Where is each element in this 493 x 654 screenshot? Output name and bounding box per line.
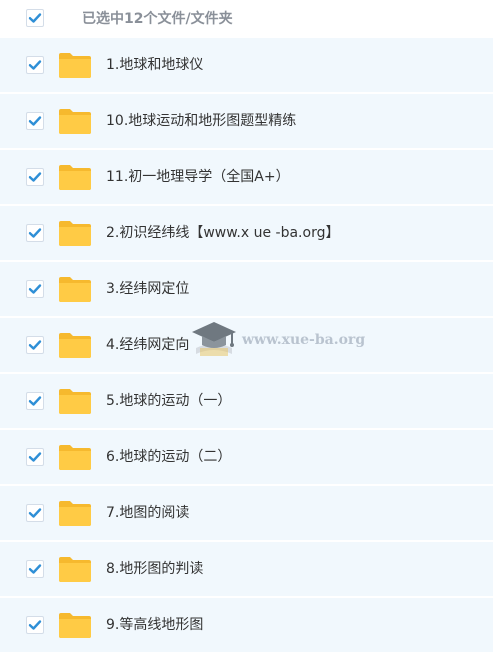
folder-icon (58, 51, 92, 79)
file-row[interactable]: 1.地球和地球仪 (0, 38, 493, 93)
checkmark-icon (28, 620, 42, 630)
folder-icon (58, 387, 92, 415)
folder-icon (58, 499, 92, 527)
row-checkbox[interactable] (26, 504, 44, 522)
file-name[interactable]: 11.初一地理导学（全国A+） (106, 168, 290, 186)
file-row[interactable]: 6.地球的运动（二） (0, 430, 493, 485)
file-name[interactable]: 5.地球的运动（一） (106, 392, 231, 410)
folder-icon (58, 107, 92, 135)
file-name[interactable]: 10.地球运动和地形图题型精练 (106, 112, 296, 130)
file-name[interactable]: 3.经纬网定位 (106, 280, 189, 298)
selection-count-label: 已选中12个文件/文件夹 (82, 11, 233, 27)
folder-icon (58, 555, 92, 583)
checkmark-icon (28, 508, 42, 518)
row-checkbox[interactable] (26, 616, 44, 634)
checkmark-icon (28, 60, 42, 70)
checkmark-icon (28, 284, 42, 294)
folder-icon (58, 611, 92, 639)
graduation-cap-icon (192, 322, 236, 356)
row-checkbox[interactable] (26, 280, 44, 298)
folder-icon (58, 443, 92, 471)
folder-icon (58, 219, 92, 247)
selection-header: 已选中12个文件/文件夹 (0, 0, 493, 39)
file-row[interactable]: 10.地球运动和地形图题型精练 (0, 94, 493, 149)
row-checkbox[interactable] (26, 560, 44, 578)
row-checkbox[interactable] (26, 112, 44, 130)
file-row[interactable]: 7.地图的阅读 (0, 486, 493, 541)
watermark: www.xue-ba.org (190, 318, 365, 362)
file-row[interactable]: 2.初识经纬线【www.x ue -ba.org】 (0, 206, 493, 261)
folder-icon (58, 275, 92, 303)
file-name[interactable]: 8.地形图的判读 (106, 560, 203, 578)
checkmark-icon (28, 172, 42, 182)
file-name[interactable]: 1.地球和地球仪 (106, 56, 203, 74)
checkmark-icon (28, 564, 42, 574)
file-name[interactable]: 2.初识经纬线【www.x ue -ba.org】 (106, 224, 339, 242)
file-row[interactable]: 5.地球的运动（一） (0, 374, 493, 429)
row-checkbox[interactable] (26, 392, 44, 410)
folder-icon (58, 331, 92, 359)
file-name[interactable]: 4.经纬网定向 (106, 336, 189, 354)
checkmark-icon (28, 396, 42, 406)
file-row[interactable]: 8.地形图的判读 (0, 542, 493, 597)
row-checkbox[interactable] (26, 168, 44, 186)
file-name[interactable]: 7.地图的阅读 (106, 504, 189, 522)
folder-icon (58, 163, 92, 191)
row-checkbox[interactable] (26, 224, 44, 242)
row-checkbox[interactable] (26, 336, 44, 354)
row-checkbox[interactable] (26, 448, 44, 466)
file-row[interactable]: 11.初一地理导学（全国A+） (0, 150, 493, 205)
file-name[interactable]: 6.地球的运动（二） (106, 448, 231, 466)
select-all-checkbox[interactable] (26, 9, 44, 27)
file-name[interactable]: 9.等高线地形图 (106, 616, 203, 634)
file-row[interactable]: 9.等高线地形图 (0, 598, 493, 653)
checkmark-icon (28, 452, 42, 462)
checkmark-icon (28, 116, 42, 126)
checkmark-icon (28, 13, 42, 23)
row-checkbox[interactable] (26, 56, 44, 74)
watermark-text: www.xue-ba.org (242, 332, 366, 348)
checkmark-icon (28, 340, 42, 350)
file-row[interactable]: 3.经纬网定位 (0, 262, 493, 317)
checkmark-icon (28, 228, 42, 238)
